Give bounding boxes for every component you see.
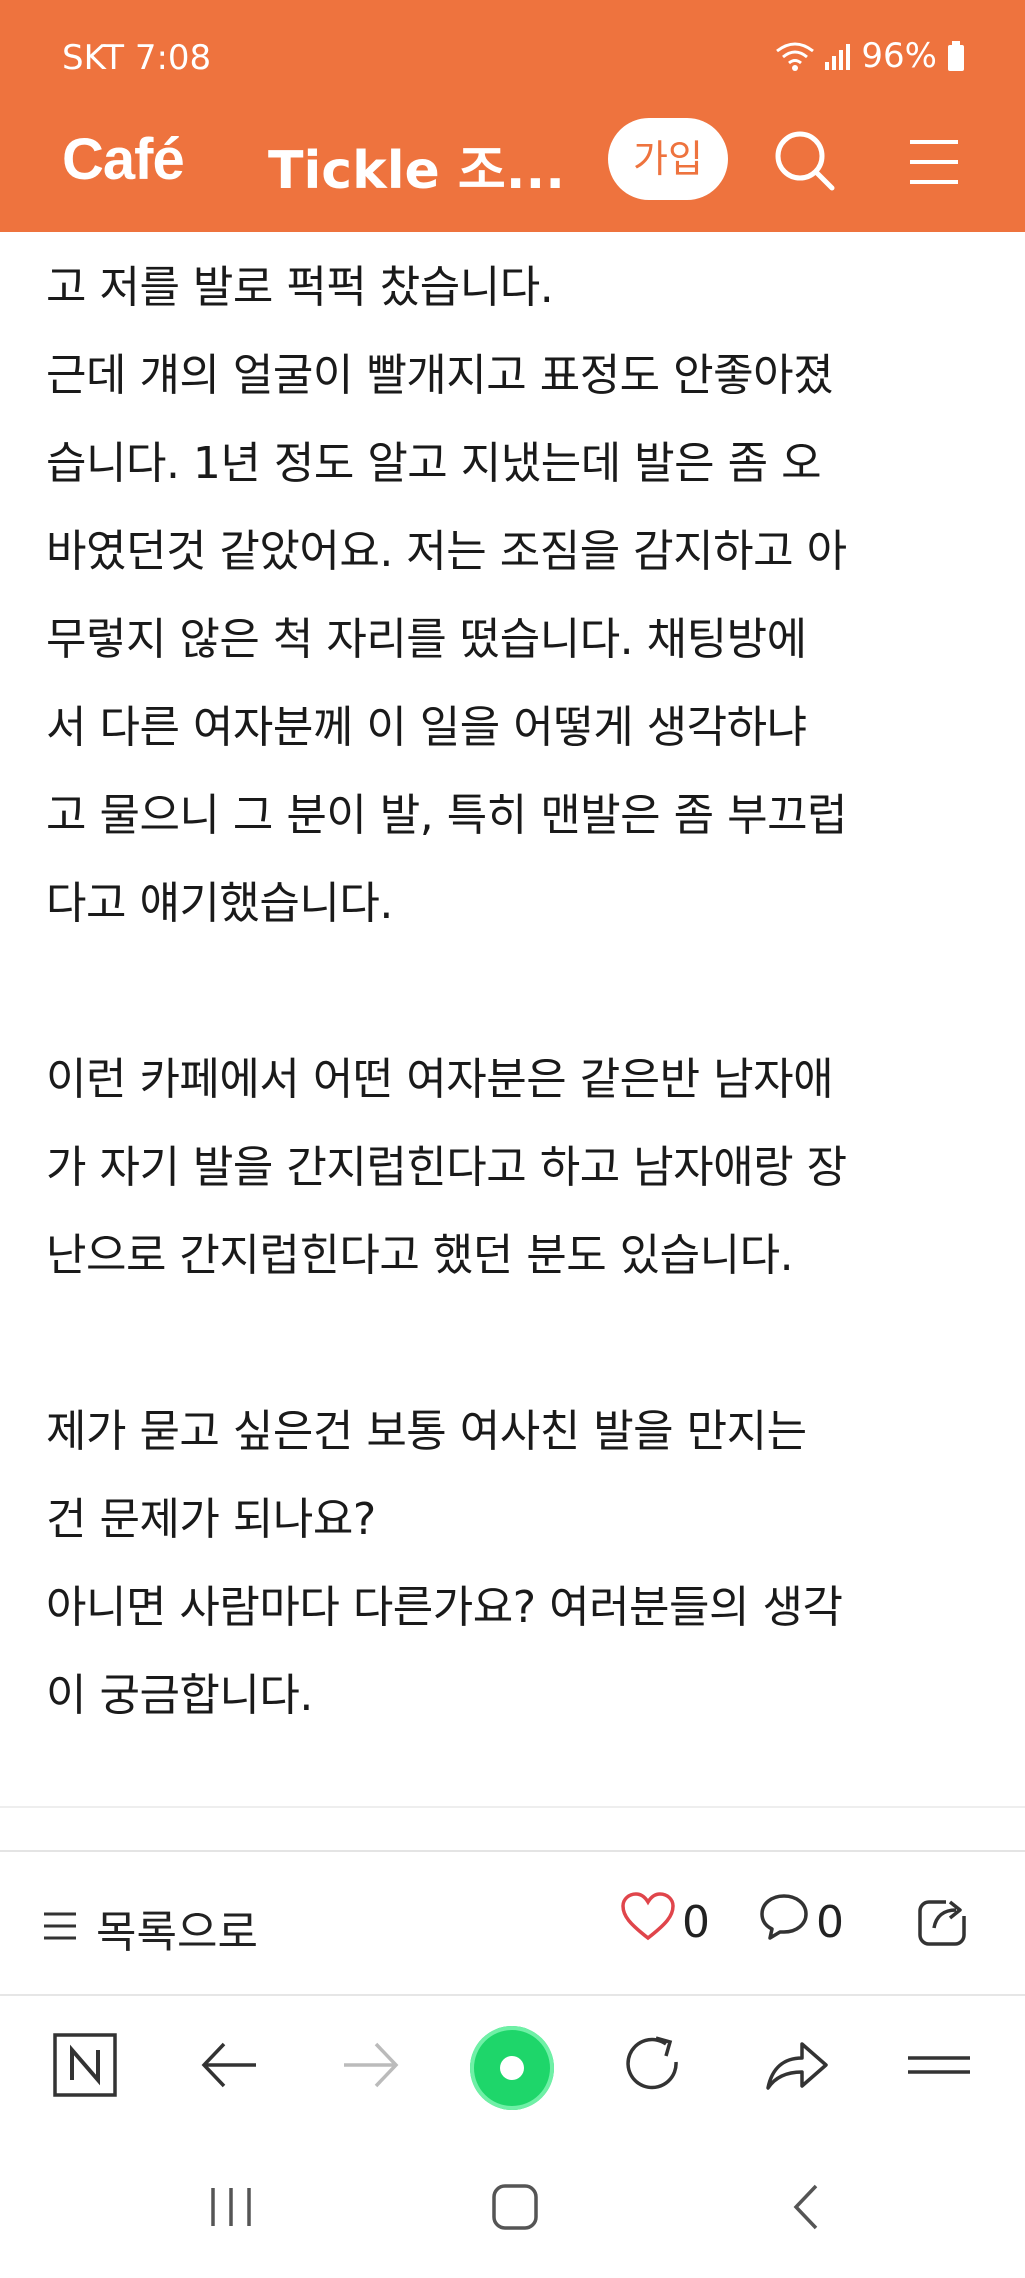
refresh-icon[interactable] [620, 2032, 690, 2102]
signal-icon [825, 42, 851, 70]
share-arrow-icon[interactable] [762, 2032, 832, 2102]
status-bar: SKT 7:08 96% [0, 0, 1025, 112]
hamburger-icon[interactable] [906, 134, 962, 190]
green-dot-center [500, 2056, 524, 2080]
naver-n-icon[interactable] [52, 2032, 122, 2102]
browser-toolbar [0, 1996, 1025, 2142]
join-button[interactable]: 가입 [608, 118, 728, 200]
app-bar: Café Tickle 조... 가입 [0, 112, 1025, 232]
speech-bubble-icon [758, 1892, 810, 1953]
back-to-list-button[interactable]: 목록으로 [42, 1896, 258, 1960]
article-line: 근데 걔의 얼굴이 빨개지고 표정도 안좋아졌 [46, 350, 834, 401]
article-line: 바였던것 같았어요. 저는 조짐을 감지하고 아 [46, 526, 847, 577]
battery-icon [947, 41, 965, 71]
article-content: 고 발을 간지럽혔어요. 간지러운지 막 웃 고 저를 발로 퍽퍽 찼습니다. … [0, 178, 1025, 1798]
carrier-time: SKT 7:08 [62, 38, 212, 78]
search-icon[interactable] [772, 128, 838, 194]
article-line: 건 문제가 되나요? [46, 1494, 376, 1545]
article-line: 무렇지 않은 척 자리를 떴습니다. 채팅방에 [46, 614, 807, 665]
heart-icon [620, 1892, 676, 1953]
cafe-logo[interactable]: Café [62, 126, 185, 193]
list-icon [42, 1903, 78, 1954]
article-line: 아니면 사람마다 다른가요? 여러분들의 생각 [46, 1582, 843, 1633]
article-line: 고 물으니 그 분이 발, 특히 맨발은 좀 부끄럽 [46, 790, 848, 841]
divider [0, 1806, 1025, 1808]
arrow-left-icon[interactable] [196, 2032, 266, 2102]
comment-count: 0 [816, 1897, 844, 1948]
article-line: 가 자기 발을 간지럽힌다고 하고 남자애랑 장 [46, 1142, 847, 1193]
article-line: 난으로 간지럽힌다고 했던 분도 있습니다. [46, 1230, 794, 1281]
article-line: 고 저를 발로 퍽퍽 찼습니다. [46, 262, 554, 313]
status-icons: 96% [775, 36, 965, 76]
like-button[interactable]: 0 [620, 1892, 710, 1953]
cafe-title[interactable]: Tickle 조... [268, 128, 565, 203]
green-dot-button[interactable] [470, 2026, 554, 2110]
article-body: 고 발을 간지럽혔어요. 간지러운지 막 웃 고 저를 발로 퍽퍽 찼습니다. … [46, 178, 986, 1740]
home-icon[interactable] [490, 2182, 540, 2236]
arrow-right-icon[interactable] [338, 2032, 408, 2102]
article-line: 제가 묻고 싶은건 보통 여사친 발을 만지는 [46, 1406, 807, 1457]
battery-label: 96% [861, 36, 937, 76]
recent-apps-icon[interactable] [208, 2182, 254, 2236]
article-line: 습니다. 1년 정도 알고 지냈는데 발은 좀 오 [46, 438, 822, 489]
like-count: 0 [682, 1897, 710, 1948]
app-header: SKT 7:08 96% Café Tickle 조... 가입 [0, 0, 1025, 232]
back-icon[interactable] [786, 2182, 826, 2236]
article-line: 다고 얘기했습니다. [46, 878, 393, 929]
article-line: 이 궁금합니다. [46, 1670, 313, 1721]
post-actions-bar: 목록으로 0 0 [0, 1852, 1025, 1994]
system-nav-bar [0, 2142, 1025, 2278]
comment-button[interactable]: 0 [758, 1892, 844, 1953]
share-icon[interactable] [916, 1892, 972, 1948]
back-to-list-label: 목록으로 [96, 1907, 258, 1958]
article-line: 이런 카페에서 어떤 여자분은 같은반 남자애 [46, 1054, 834, 1105]
menu-lines-icon[interactable] [906, 2032, 976, 2102]
wifi-icon [775, 41, 815, 71]
article-line: 서 다른 여자분께 이 일을 어떻게 생각하냐 [46, 702, 807, 753]
